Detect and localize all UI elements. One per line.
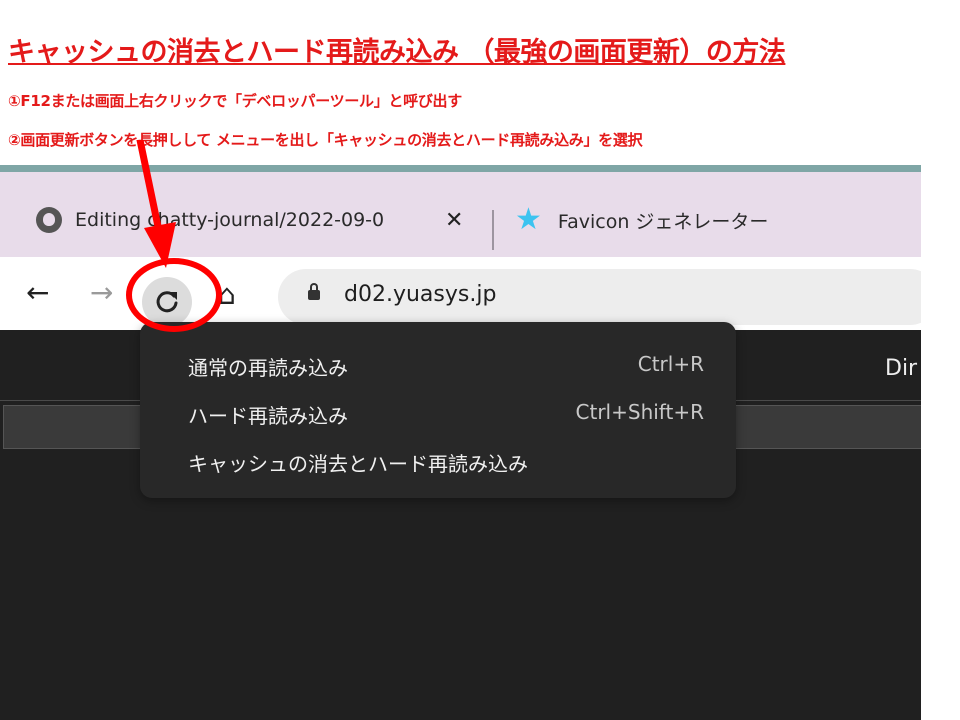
instruction-step-2: ②画面更新ボタンを長押しして メニューを出し「キャッシュの消去とハード再読み込み… bbox=[8, 131, 643, 149]
menu-item-normal-reload[interactable]: 通常の再読み込み Ctrl+R bbox=[188, 348, 704, 380]
menu-item-label: キャッシュの消去とハード再読み込み bbox=[188, 452, 528, 476]
menu-item-hard-reload[interactable]: ハード再読み込み Ctrl+Shift+R bbox=[188, 396, 704, 428]
tab-favicon-generator[interactable]: ★ Favicon ジェネレーター bbox=[515, 198, 835, 242]
star-icon: ★ bbox=[515, 202, 542, 237]
address-bar[interactable]: d02.yuasys.jp bbox=[278, 269, 921, 325]
tab-label: Favicon ジェネレーター bbox=[557, 210, 769, 233]
tab-separator bbox=[492, 210, 494, 250]
red-circle-annotation bbox=[126, 258, 222, 332]
instruction-step-1: ①F12または画面上右クリックで「デベロッパーツール」と呼び出す bbox=[8, 92, 462, 110]
back-button[interactable]: ← bbox=[26, 273, 49, 313]
close-tab-button[interactable]: ✕ bbox=[445, 208, 463, 233]
page-title: キャッシュの消去とハード再読み込み （最強の画面更新）の方法 bbox=[8, 37, 786, 68]
menu-item-shortcut: Ctrl+Shift+R bbox=[575, 400, 704, 424]
menu-item-label: 通常の再読み込み bbox=[188, 356, 348, 380]
menu-item-empty-cache-hard-reload[interactable]: キャッシュの消去とハード再読み込み bbox=[188, 444, 688, 476]
page-header-text: Dir bbox=[885, 356, 918, 381]
url-text: d02.yuasys.jp bbox=[344, 282, 497, 307]
github-icon bbox=[36, 207, 62, 233]
reload-context-menu: 通常の再読み込み Ctrl+R ハード再読み込み Ctrl+Shift+R キャ… bbox=[140, 322, 736, 498]
lock-icon bbox=[308, 283, 320, 300]
menu-item-label: ハード再読み込み bbox=[188, 404, 348, 428]
menu-item-shortcut: Ctrl+R bbox=[637, 352, 704, 376]
tab-editing-chatty-journal[interactable]: Editing chatty-journal/2022-09-0 ✕ bbox=[36, 198, 476, 242]
